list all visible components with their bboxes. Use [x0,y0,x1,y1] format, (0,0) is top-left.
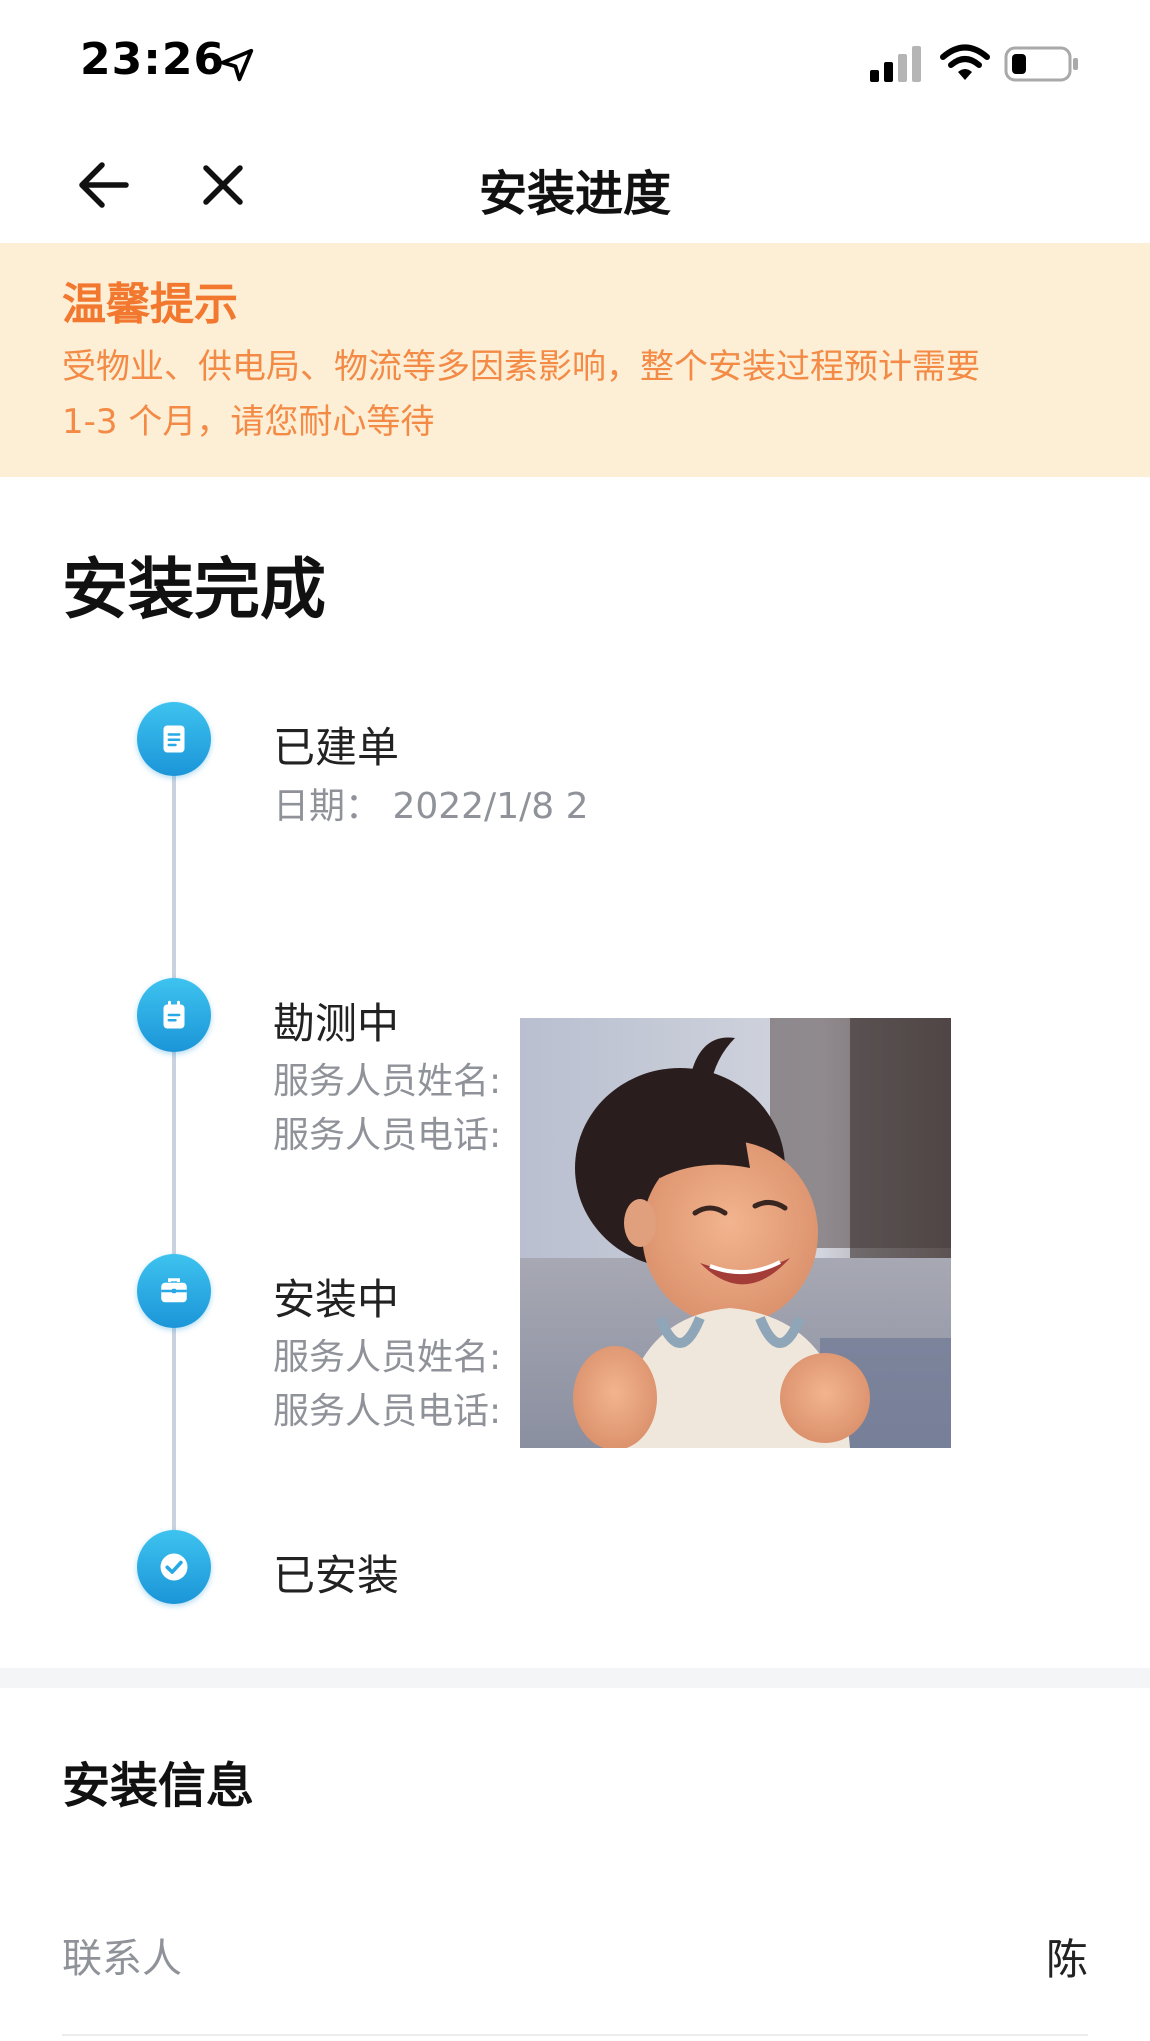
clipboard-icon [163,1000,185,1029]
step-label-installing: 安装中 [273,1275,400,1324]
tip-title: 温馨提示 [62,279,238,330]
wifi-icon [940,44,990,80]
install-info-title: 安装信息 [62,1758,255,1814]
step-dot-created [137,702,211,776]
step-staff-name-surveying: 服务人员姓名: [273,1061,502,1102]
step-dot-installing [137,1254,211,1328]
timeline-line [172,740,176,1570]
step-date-created: 日期： 2022/1/8 2 [273,786,589,827]
document-icon [163,725,185,753]
step-label-installed: 已安装 [273,1551,400,1600]
tip-body: 受物业、供电局、物流等多因素影响，整个安装过程预计需要 1-3 个月，请您耐心等… [62,340,1102,450]
section-divider [0,1668,1150,1688]
toolbox-icon [161,1278,187,1303]
step-dot-surveying [137,978,211,1052]
battery-icon [1004,46,1078,82]
field-divider [62,2034,1088,2036]
tip-line-1: 受物业、供电局、物流等多因素影响，整个安装过程预计需要 [62,347,980,387]
step-staff-phone-surveying: 服务人员电话: [273,1115,502,1156]
contact-label: 联系人 [62,1936,182,1982]
check-icon [160,1553,188,1581]
contact-value: 陈 [1045,1935,1088,1984]
location-arrow-icon [220,48,254,82]
cellular-signal-icon [870,46,921,82]
step-dot-installed [137,1530,211,1604]
overlay-photo [520,1018,951,1448]
tip-line-2: 1-3 个月，请您耐心等待 [62,402,435,442]
page-title: 安装进度 [478,166,671,222]
step-staff-phone-installing: 服务人员电话: [273,1391,502,1432]
step-label-created: 已建单 [273,723,400,772]
status-time: 23:26 [80,34,226,85]
step-staff-name-installing: 服务人员姓名: [273,1337,502,1378]
step-label-surveying: 勘测中 [273,999,400,1048]
install-status-title: 安装完成 [62,551,326,628]
